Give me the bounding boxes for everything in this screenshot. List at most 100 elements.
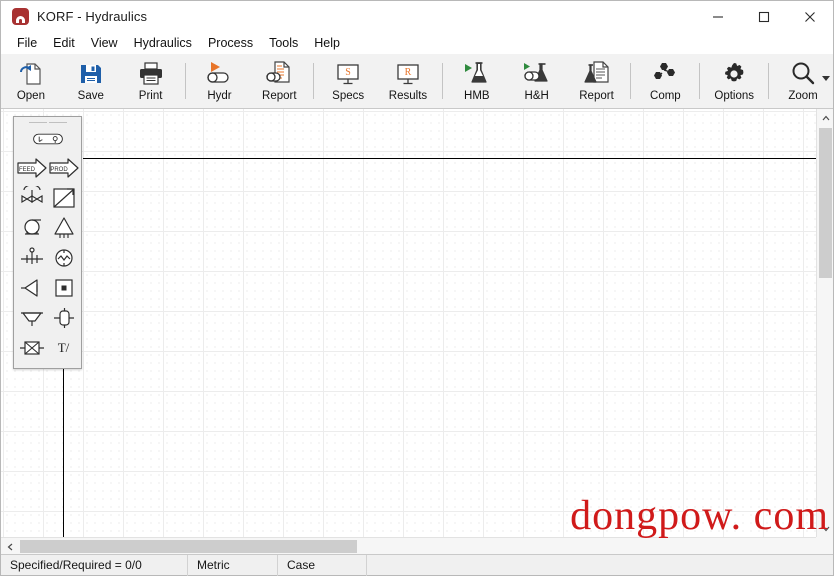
open-button[interactable]: Open	[1, 54, 61, 108]
menu-file[interactable]: File	[9, 34, 45, 52]
menu-hydraulics[interactable]: Hydraulics	[126, 34, 200, 52]
main-toolbar: Open Save Print Hydr Report S Specs R Re…	[1, 54, 833, 109]
hydr-report-label: Report	[262, 90, 297, 102]
menu-tools[interactable]: Tools	[261, 34, 306, 52]
comp-label: Comp	[650, 90, 681, 102]
toolbar-separator-4	[630, 63, 632, 99]
status-specified-required: Specified/Required = 0/0	[10, 558, 142, 572]
menu-help[interactable]: Help	[306, 34, 348, 52]
flask-cylinder-run-icon	[523, 60, 551, 88]
toolbar-separator-6	[768, 63, 770, 99]
specs-monitor-icon: S	[336, 60, 360, 88]
hmb-label: HMB	[464, 90, 490, 102]
equipment-palette: FEED PROD T/	[13, 116, 82, 369]
toolbar-separator-3	[441, 63, 443, 99]
scroll-left-button[interactable]	[1, 538, 18, 554]
open-folder-document-icon	[18, 60, 44, 88]
results-button[interactable]: R Results	[378, 54, 438, 108]
svg-text:S: S	[345, 67, 351, 78]
save-button[interactable]: Save	[61, 54, 121, 108]
menu-bar: File Edit View Hydraulics Process Tools …	[1, 32, 833, 54]
svg-text:PROD: PROD	[50, 167, 68, 173]
magnifier-icon	[789, 60, 817, 88]
hopper-icon[interactable]	[16, 303, 48, 333]
floppy-disk-icon	[79, 60, 103, 88]
window-controls	[695, 1, 833, 32]
hydraulics-run-icon	[205, 60, 233, 88]
flask-report-icon	[583, 60, 611, 88]
comp-button[interactable]: Comp	[635, 54, 695, 108]
scroll-up-button[interactable]	[817, 109, 833, 126]
vertical-pipe-line[interactable]	[63, 362, 64, 537]
drawing-canvas[interactable]	[1, 109, 816, 537]
hydr-button[interactable]: Hydr	[190, 54, 250, 108]
hmb-button[interactable]: HMB	[447, 54, 507, 108]
horizontal-pipe-line[interactable]	[83, 158, 816, 159]
workspace: FEED PROD T/ dongpow. com	[1, 109, 833, 554]
vertical-vessel-icon[interactable]	[48, 303, 80, 333]
palette-grid: FEED PROD T/	[16, 125, 80, 363]
compressor-icon[interactable]	[16, 273, 48, 303]
print-label: Print	[138, 90, 163, 102]
zoom-button[interactable]: Zoom	[773, 54, 833, 108]
text-tool[interactable]: T/	[48, 333, 80, 363]
scroll-down-button[interactable]	[817, 520, 833, 537]
zoom-label: Zoom	[788, 90, 818, 102]
menu-process[interactable]: Process	[200, 34, 261, 52]
components-molecule-icon	[652, 60, 678, 88]
menu-view[interactable]: View	[83, 34, 126, 52]
minimize-icon[interactable]	[695, 1, 741, 32]
vertical-scroll-thumb[interactable]	[819, 128, 832, 278]
title-bar: KORF - Hydraulics	[1, 1, 833, 32]
printer-icon	[138, 60, 164, 88]
scrollbar-corner	[816, 537, 833, 554]
heat-exchanger-icon[interactable]	[48, 183, 80, 213]
product-arrow-icon[interactable]: PROD	[48, 153, 80, 183]
svg-text:FEED: FEED	[18, 167, 35, 173]
status-units: Metric	[197, 558, 230, 572]
save-label: Save	[77, 90, 104, 102]
column-icon[interactable]	[48, 213, 80, 243]
dot-grid	[1, 109, 816, 537]
text-tool-label: T/	[57, 340, 70, 355]
crossed-box-icon[interactable]	[16, 333, 48, 363]
toolbar-separator-1	[184, 63, 186, 99]
chevron-down-icon[interactable]	[822, 76, 830, 81]
specs-label: Specs	[332, 90, 365, 102]
process-report-button[interactable]: Report	[567, 54, 627, 108]
status-bar: Specified/Required = 0/0 Metric Case	[1, 554, 833, 576]
flow-meter-icon[interactable]	[48, 243, 80, 273]
status-divider-3	[366, 554, 367, 576]
pump-icon[interactable]	[16, 213, 48, 243]
options-button[interactable]: Options	[704, 54, 764, 108]
flask-run-icon	[463, 60, 491, 88]
specs-button[interactable]: S Specs	[318, 54, 378, 108]
hydr-report-button[interactable]: Report	[249, 54, 309, 108]
korf-arch-icon	[12, 8, 29, 25]
application-window: KORF - Hydraulics File Edit View Hydraul…	[0, 0, 834, 576]
vertical-scrollbar[interactable]	[816, 109, 833, 537]
horizontal-scrollbar[interactable]	[1, 537, 816, 554]
results-label: Results	[388, 90, 428, 102]
drum-icon[interactable]	[32, 125, 64, 153]
hh-button[interactable]: H&H	[507, 54, 567, 108]
open-label: Open	[16, 90, 45, 102]
window-title: KORF - Hydraulics	[37, 9, 148, 24]
menu-edit[interactable]: Edit	[45, 34, 83, 52]
control-valve-icon[interactable]	[16, 183, 48, 213]
close-icon[interactable]	[787, 1, 833, 32]
results-monitor-icon: R	[396, 60, 420, 88]
feed-arrow-icon[interactable]: FEED	[16, 153, 48, 183]
tee-mixer-icon[interactable]	[16, 243, 48, 273]
toolbar-separator-2	[313, 63, 315, 99]
svg-text:R: R	[405, 67, 412, 78]
horizontal-scroll-thumb[interactable]	[20, 540, 357, 553]
status-case: Case	[287, 558, 316, 572]
toolbar-separator-5	[699, 63, 701, 99]
options-label: Options	[714, 90, 755, 102]
block-icon[interactable]	[48, 273, 80, 303]
hydraulics-report-icon	[265, 60, 293, 88]
maximize-icon[interactable]	[741, 1, 787, 32]
hydr-label: Hydr	[207, 90, 232, 102]
print-button[interactable]: Print	[121, 54, 181, 108]
